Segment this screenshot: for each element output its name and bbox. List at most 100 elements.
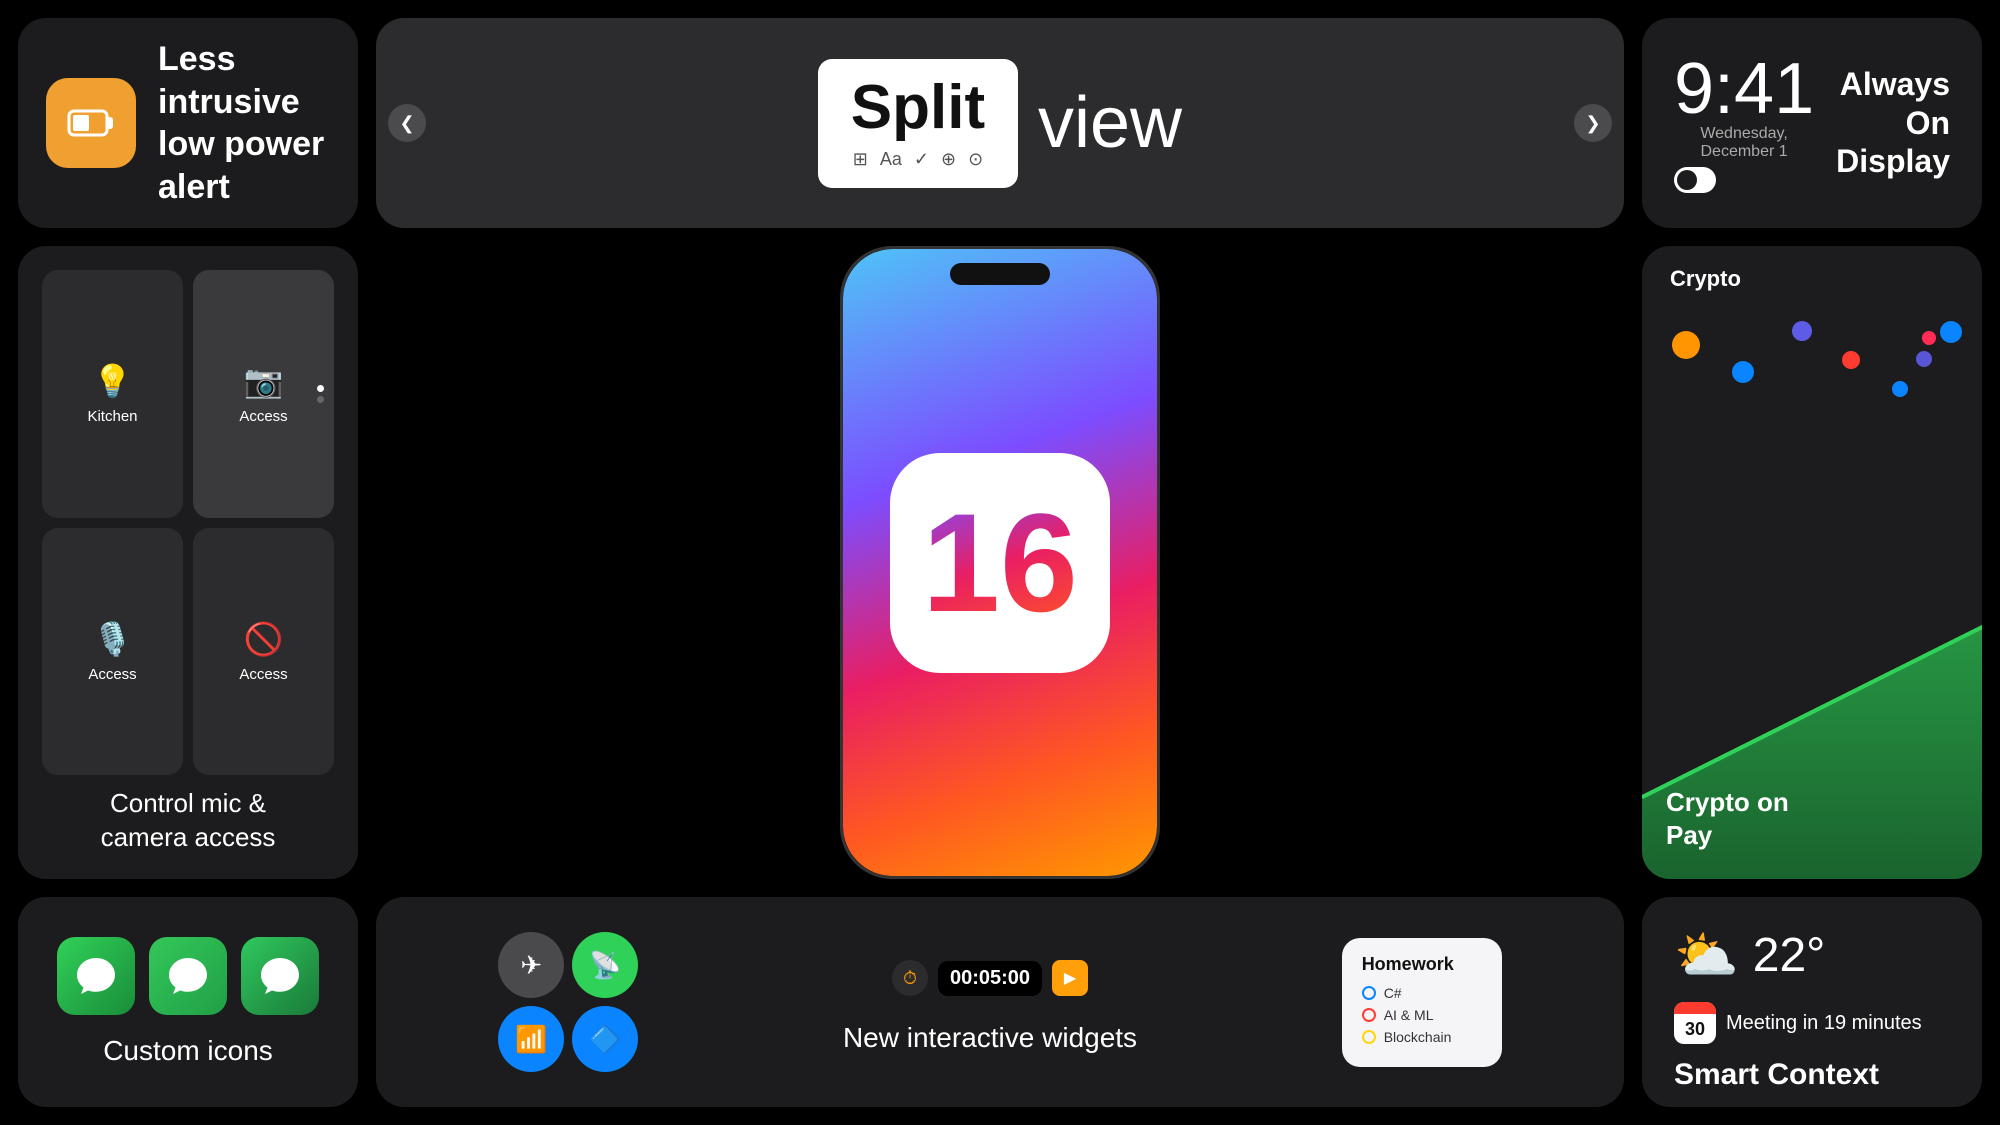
share-icon: ⊙ — [968, 149, 983, 170]
hw-dot-cs — [1362, 986, 1376, 1000]
kitchen-label: Kitchen — [87, 408, 137, 425]
homework-item-cs: C# — [1362, 985, 1482, 1001]
card-smart-context: ⛅ 22° 30 Meeting in 19 minutes Smart Con… — [1642, 897, 1982, 1107]
access-cell-restrict: 🚫 Access — [193, 528, 334, 776]
crypto-dot-dot — [1916, 351, 1932, 367]
smart-inner: ⛅ 22° 30 Meeting in 19 minutes Smart Con… — [1674, 925, 1950, 1092]
ios16-number: 16 — [922, 493, 1078, 633]
split-text: Split — [851, 77, 985, 139]
card-iphone-center: 16 — [376, 246, 1624, 879]
widget-timer: ⏱ 00:05:00 ▶ — [876, 950, 1104, 1006]
access-dot — [317, 385, 324, 403]
timer-play-btn[interactable]: ▶ — [1052, 960, 1088, 996]
card-access: 💡 Kitchen 📷 Access 🎙️ Access 🚫 Access Co… — [18, 246, 358, 879]
card-low-power: Less intrusive low power alert — [18, 18, 358, 228]
restrict-label: Access — [239, 666, 287, 683]
crypto-footer-line2: Pay — [1666, 819, 1789, 852]
homework-item-blockchain: Blockchain — [1362, 1029, 1482, 1045]
crypto-title: Crypto — [1670, 266, 1741, 292]
check-icon: ✓ — [914, 149, 929, 170]
messages-icon-green2 — [149, 937, 227, 1015]
hw-label-ai: AI & ML — [1384, 1007, 1434, 1023]
airplane-mode-btn[interactable]: ✈ — [498, 932, 564, 998]
crypto-dot-sol — [1792, 321, 1812, 341]
wifi-btn[interactable]: 📶 — [498, 1006, 564, 1072]
split-next-arrow[interactable]: ❯ — [1574, 104, 1612, 142]
weather-icon: ⛅ — [1674, 925, 1739, 986]
messages-icon-green1 — [57, 937, 135, 1015]
smart-meeting-text: Meeting in 19 minutes — [1726, 1012, 1922, 1035]
crypto-footer: Crypto on Pay — [1666, 786, 1789, 851]
crypto-dot-ada — [1842, 351, 1860, 369]
plus-icon: ⊕ — [941, 149, 956, 170]
cal-top — [1674, 1002, 1716, 1014]
hw-dot-ai — [1362, 1008, 1376, 1022]
homework-title: Homework — [1362, 954, 1482, 975]
access-footer: Control mic &camera access — [101, 787, 276, 855]
access-cell-camera: 📷 Access — [193, 270, 334, 518]
smart-temperature: 22° — [1753, 932, 1826, 980]
iphone-vol-up — [840, 369, 843, 413]
custom-icons-label: Custom icons — [103, 1035, 273, 1067]
split-toolbar: ⊞ Aa ✓ ⊕ ⊙ — [853, 149, 983, 170]
mic-label: Access — [88, 666, 136, 683]
aod-date: Wednesday, December 1 — [1674, 125, 1814, 161]
mic-icon: 🎙️ — [93, 620, 133, 658]
dot-1 — [317, 385, 324, 392]
aod-time: 9:41 — [1674, 53, 1814, 125]
crypto-dot-xrp — [1922, 331, 1936, 345]
aod-toggle-knob — [1677, 170, 1697, 190]
crypto-dot-link — [1940, 321, 1962, 343]
crypto-dot-btc — [1672, 331, 1700, 359]
aod-toggle[interactable] — [1674, 167, 1716, 193]
hw-label-blockchain: Blockchain — [1384, 1029, 1452, 1045]
iphone-side-button — [1157, 399, 1160, 459]
crypto-footer-pay: Pay — [1666, 820, 1712, 850]
custom-icons-row — [57, 937, 319, 1015]
dot-2 — [317, 396, 324, 403]
crypto-header: Crypto — [1662, 266, 1741, 292]
view-text: view — [1038, 82, 1182, 164]
aod-time-section: 9:41 Wednesday, December 1 — [1674, 53, 1814, 193]
restrict-icon: 🚫 — [244, 620, 284, 658]
split-prev-arrow[interactable]: ❮ — [388, 104, 426, 142]
split-white-box: Split ⊞ Aa ✓ ⊕ ⊙ — [818, 59, 1018, 188]
widget-homework: Homework C# AI & ML Blockchain — [1342, 938, 1502, 1067]
card-widgets: ✈ 📡 📶 🔷 ⏱ 00:05:00 ▶ New interactive wid… — [376, 897, 1624, 1107]
ios16-logo: 16 — [890, 453, 1110, 673]
access-cell-kitchen: 💡 Kitchen — [42, 270, 183, 518]
split-content: Split ⊞ Aa ✓ ⊕ ⊙ view — [376, 59, 1624, 188]
main-grid: Less intrusive low power alert ❮ Split ⊞… — [0, 0, 2000, 1125]
widget-control-center: ✈ 📡 📶 🔷 — [498, 932, 638, 1072]
battery-icon — [46, 78, 136, 168]
timer-widget-section: ⏱ 00:05:00 ▶ New interactive widgets — [843, 950, 1137, 1054]
kitchen-icon: 💡 — [93, 362, 133, 400]
hw-dot-blockchain — [1362, 1030, 1376, 1044]
smart-context-label: Smart Context — [1674, 1058, 1950, 1092]
camera-label: Access — [239, 408, 287, 425]
iphone-vol-down — [840, 423, 843, 467]
low-power-title: Less intrusive low power alert — [158, 38, 330, 208]
access-grid: 💡 Kitchen 📷 Access 🎙️ Access 🚫 Access — [42, 270, 334, 775]
bluetooth-btn[interactable]: 🔷 — [572, 1006, 638, 1072]
cal-day: 30 — [1674, 1014, 1716, 1044]
crypto-dot-bnb — [1892, 381, 1908, 397]
card-split-view: ❮ Split ⊞ Aa ✓ ⊕ ⊙ view ❯ — [376, 18, 1624, 228]
text-icon: Aa — [880, 149, 902, 170]
aod-label: Always On Display — [1832, 65, 1950, 180]
iphone-screen: 16 — [843, 249, 1157, 876]
crypto-footer-line1: Crypto on — [1666, 786, 1789, 819]
homework-item-ai: AI & ML — [1362, 1007, 1482, 1023]
crypto-dot-eth — [1732, 361, 1754, 383]
smart-weather-row: ⛅ 22° — [1674, 925, 1950, 986]
podcast-btn[interactable]: 📡 — [572, 932, 638, 998]
table-icon: ⊞ — [853, 149, 868, 170]
messages-icon-green3 — [241, 937, 319, 1015]
card-custom-icons: Custom icons — [18, 897, 358, 1107]
timer-clock-icon: ⏱ — [892, 960, 928, 996]
access-cell-mic: 🎙️ Access — [42, 528, 183, 776]
calendar-icon: 30 — [1674, 1002, 1716, 1044]
widgets-label: New interactive widgets — [843, 1022, 1137, 1054]
card-crypto: Crypto Crypto on Pay — [1642, 246, 1982, 879]
camera-icon: 📷 — [244, 362, 284, 400]
